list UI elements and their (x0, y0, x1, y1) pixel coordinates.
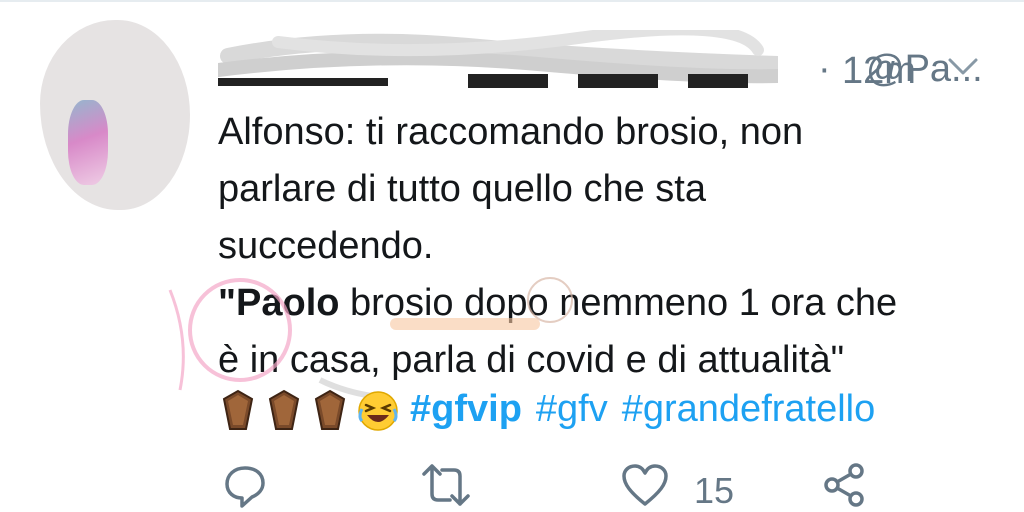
timestamp[interactable]: 12m (842, 50, 916, 93)
retweet-icon (422, 464, 470, 506)
hashtag-link[interactable]: #gfvip (410, 388, 522, 430)
tweet-line: succedendo. (218, 225, 434, 267)
tweet-line: Alfonso: ti raccomando brosio, non (218, 111, 804, 153)
tweet-line: parlare di tutto quello che sta (218, 168, 706, 210)
hashtag-link[interactable]: #gfv (536, 388, 608, 430)
coffin-emoji (268, 389, 300, 430)
retweet-button[interactable] (418, 462, 474, 508)
like-button[interactable] (620, 462, 670, 508)
tweet-line: "Paolo brosio dopo nemmeno 1 ora che (218, 275, 1008, 332)
action-bar (0, 460, 1024, 510)
like-count: 15 (694, 470, 735, 511)
reply-icon (225, 466, 265, 508)
avatar-redaction (40, 20, 190, 210)
hashtag-link[interactable]: #grandefratello (622, 388, 876, 430)
separator-dot: · (818, 48, 831, 90)
hashtag-row: #gfvip #gfv #grandefratello (218, 384, 889, 434)
avatar[interactable] (40, 20, 190, 210)
coffin-emoji (222, 389, 254, 430)
tweet-line: è in casa, parla di covid e di attualità… (218, 339, 845, 381)
coffin-emoji (314, 389, 346, 430)
tweet-line-rest: brosio dopo nemmeno 1 ora che (339, 282, 898, 324)
share-icon (824, 463, 864, 507)
tweet-text: Alfonso: ti raccomando brosio, non parla… (218, 104, 1008, 389)
bold-name: "Paolo (218, 282, 340, 324)
like-icon (622, 464, 668, 506)
chevron-down-icon[interactable] (946, 56, 980, 78)
share-button[interactable] (822, 462, 868, 508)
top-divider (0, 0, 1024, 2)
avatar-visible-part (68, 100, 108, 185)
reply-button[interactable] (222, 462, 268, 508)
redacted-display-name (218, 30, 778, 88)
laughing-emoji (358, 391, 398, 431)
